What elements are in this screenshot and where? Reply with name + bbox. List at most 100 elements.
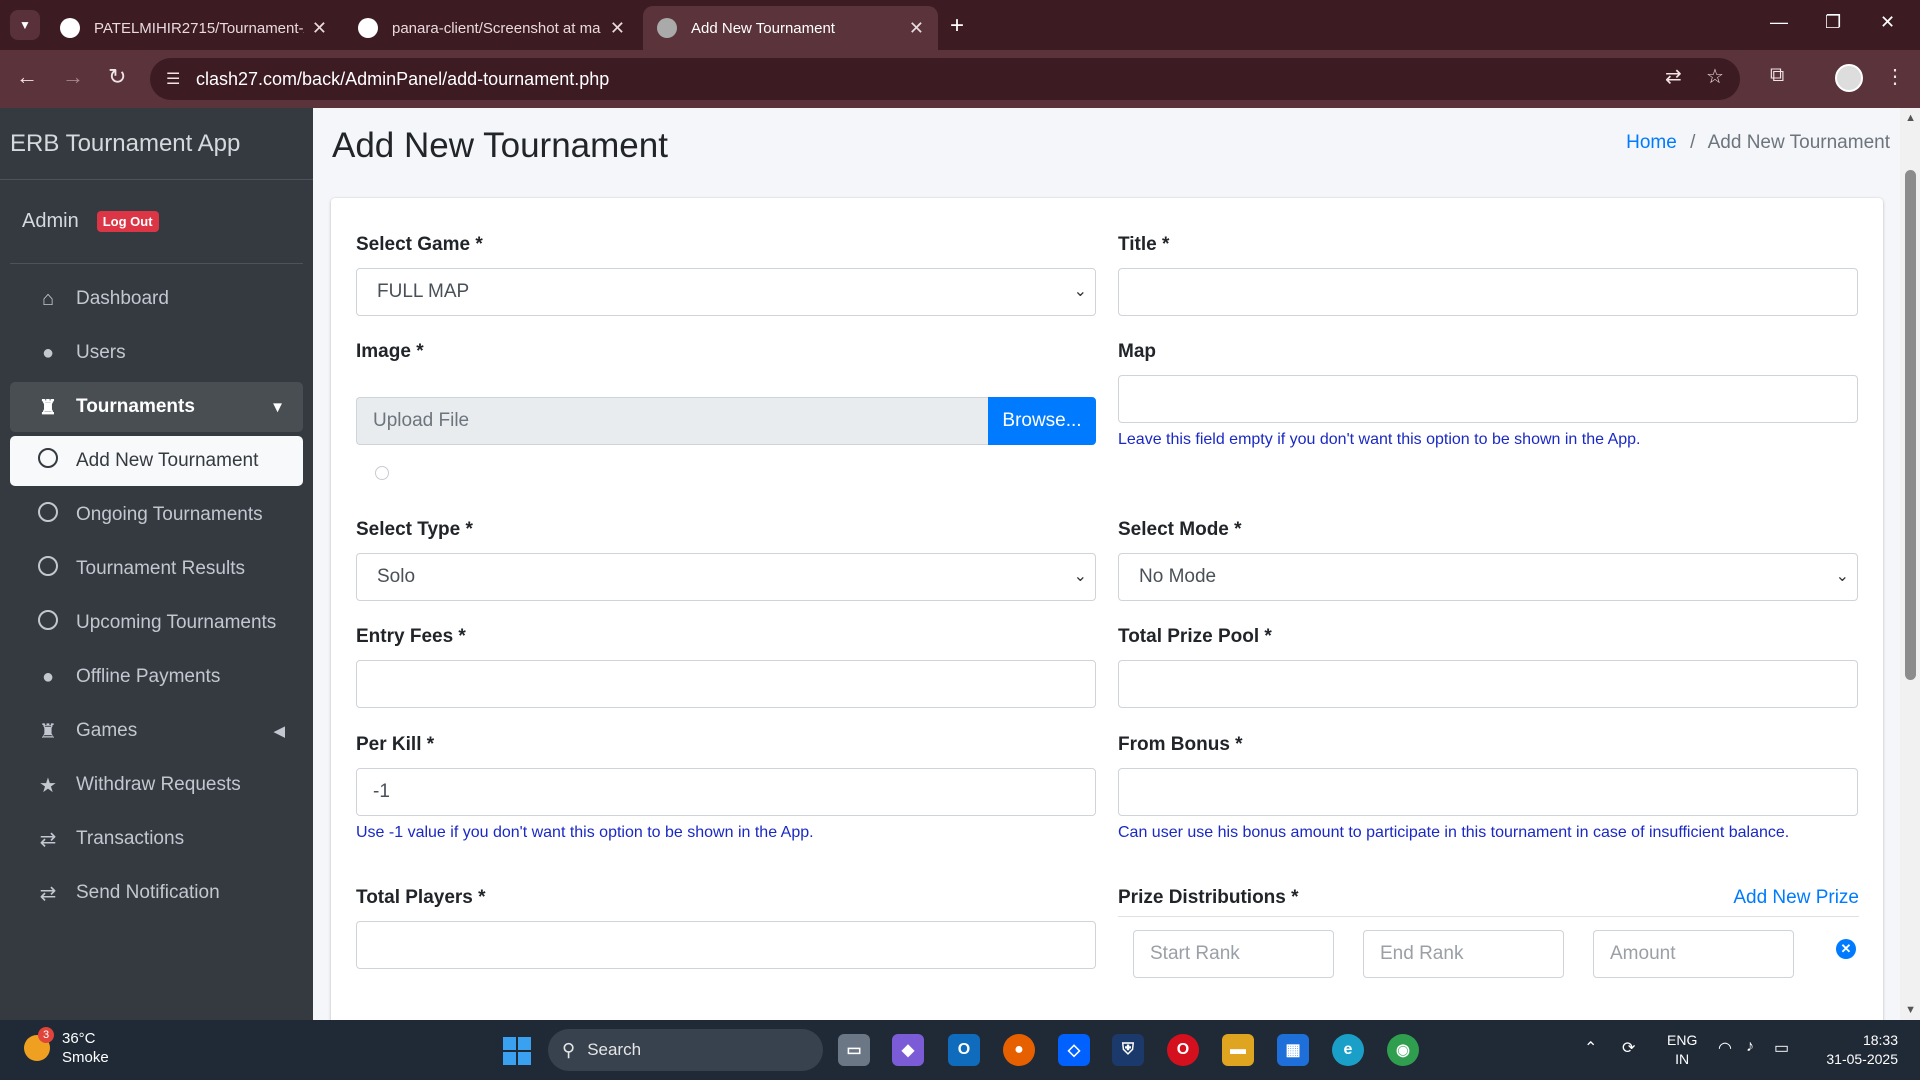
sync-icon[interactable]: ⟳ — [1622, 1038, 1635, 1058]
total-players-input[interactable] — [356, 921, 1096, 969]
file-explorer-icon[interactable]: ▬ — [1222, 1034, 1254, 1066]
volume-icon[interactable]: ♪ — [1746, 1038, 1754, 1056]
sidebar-item-transactions[interactable]: ⇄ Transactions — [10, 814, 303, 864]
restore-icon[interactable]: ❐ — [1825, 12, 1841, 33]
browser-tab-2[interactable]: panara-client/Screenshot at ma ✕ — [344, 6, 639, 50]
back-arrow-icon[interactable]: ← — [16, 64, 38, 90]
sidebar-item-offline-payments[interactable]: ● Offline Payments — [10, 652, 303, 702]
sidebar-item-withdraw-requests[interactable]: ★ Withdraw Requests — [10, 760, 303, 810]
window-close-icon[interactable]: ✕ — [1880, 12, 1895, 33]
task-view-icon[interactable]: ▭ — [838, 1034, 870, 1066]
breadcrumb-home-link[interactable]: Home — [1626, 132, 1677, 153]
image-file-input[interactable]: Upload File — [356, 397, 988, 445]
dropbox-icon[interactable]: ◇ — [1058, 1034, 1090, 1066]
end-rank-input[interactable]: End Rank — [1363, 930, 1564, 978]
prize-distributions-header: Prize Distributions * Add New Prize — [1118, 887, 1859, 917]
add-new-prize-link[interactable]: Add New Prize — [1733, 887, 1859, 909]
sidebar-item-upcoming-tournaments[interactable]: Upcoming Tournaments — [10, 598, 303, 648]
notification-badge: 3 — [38, 1027, 54, 1043]
weather-desc: Smoke — [62, 1049, 109, 1066]
reload-icon[interactable]: ↻ — [108, 64, 126, 90]
close-icon[interactable]: ✕ — [610, 18, 625, 39]
scrollbar-thumb[interactable] — [1905, 170, 1916, 680]
image-preview-radio[interactable] — [375, 466, 389, 480]
sidebar-item-dashboard[interactable]: ⌂ Dashboard — [10, 274, 303, 324]
edge-icon[interactable]: e — [1332, 1034, 1364, 1066]
extensions-icon[interactable]: ⧉ — [1770, 64, 1784, 87]
brand-title[interactable]: ERB Tournament App — [0, 108, 313, 180]
close-icon[interactable]: ✕ — [909, 18, 924, 39]
address-bar[interactable]: ☰ clash27.com/back/AdminPanel/add-tourna… — [150, 58, 1740, 100]
sidebar-item-label: Ongoing Tournaments — [76, 504, 263, 525]
circle-icon — [34, 610, 62, 636]
browser-tab-1[interactable]: PATELMIHIR2715/Tournament-A ✕ — [46, 6, 341, 50]
tab-search-button[interactable]: ▼ — [10, 10, 40, 40]
select-type-dropdown[interactable]: Solo ⌄ — [356, 553, 1096, 601]
scroll-up-icon[interactable]: ▲ — [1905, 112, 1916, 124]
logout-button[interactable]: Log Out — [96, 211, 159, 232]
select-mode-label: Select Mode * — [1118, 519, 1242, 540]
minimize-icon[interactable]: — — [1770, 12, 1788, 33]
site-info-icon[interactable]: ☰ — [166, 69, 180, 89]
new-tab-button[interactable]: + — [950, 12, 964, 40]
select-game-group: Select Game * FULL MAP ⌄ — [356, 234, 1096, 316]
store-icon[interactable]: ▦ — [1277, 1034, 1309, 1066]
battery-icon[interactable]: ▭ — [1774, 1038, 1789, 1058]
chrome-icon[interactable]: ◉ — [1387, 1034, 1419, 1066]
bookmark-star-icon[interactable]: ☆ — [1706, 64, 1724, 89]
scroll-down-icon[interactable]: ▼ — [1905, 1004, 1916, 1016]
weather-widget[interactable]: 3 36°C Smoke — [24, 1027, 109, 1067]
sidebar-item-label: Offline Payments — [76, 666, 221, 687]
browse-button[interactable]: Browse... — [988, 397, 1096, 445]
forward-arrow-icon[interactable]: → — [62, 64, 84, 90]
weather-icon: 3 — [24, 1027, 54, 1061]
profile-avatar[interactable] — [1835, 64, 1863, 92]
amount-input[interactable]: Amount — [1593, 930, 1794, 978]
opera-icon[interactable]: O — [1167, 1034, 1199, 1066]
entry-fees-label: Entry Fees * — [356, 626, 466, 647]
system-clock[interactable]: 18:33 31-05-2025 — [1818, 1031, 1898, 1069]
github-icon — [358, 18, 378, 38]
sidebar-item-add-new-tournament[interactable]: Add New Tournament — [10, 436, 303, 486]
start-rank-input[interactable]: Start Rank — [1133, 930, 1334, 978]
total-prize-pool-input[interactable] — [1118, 660, 1858, 708]
map-label: Map — [1118, 341, 1156, 362]
language-indicator[interactable]: ENG IN — [1667, 1031, 1697, 1069]
user-name[interactable]: Admin — [22, 210, 79, 233]
menu-dots-icon[interactable]: ⋮ — [1885, 64, 1905, 89]
browser-tab-bar: ▼ PATELMIHIR2715/Tournament-A ✕ panara-c… — [0, 0, 1920, 50]
outlook-icon[interactable]: O — [948, 1034, 980, 1066]
sidebar-item-games[interactable]: ♜ Games ◀ — [10, 706, 303, 756]
user-icon: ● — [41, 665, 55, 688]
firefox-icon[interactable]: ● — [1003, 1034, 1035, 1066]
wifi-icon[interactable]: ◠ — [1718, 1038, 1732, 1058]
sidebar-item-ongoing-tournaments[interactable]: Ongoing Tournaments — [10, 490, 303, 540]
taskbar-search[interactable]: ⚲ Search — [548, 1029, 823, 1071]
sidebar-item-users[interactable]: ● Users — [10, 328, 303, 378]
shield-app-icon[interactable]: ⛨ — [1112, 1034, 1144, 1066]
from-bonus-input[interactable] — [1118, 768, 1858, 816]
translate-icon[interactable]: ⇄ — [1665, 64, 1682, 89]
select-game-dropdown[interactable]: FULL MAP ⌄ — [356, 268, 1096, 316]
remove-prize-icon[interactable]: ✕ — [1836, 939, 1856, 959]
sidebar-item-tournaments[interactable]: ♜ Tournaments ▼ — [10, 382, 303, 432]
per-kill-input[interactable]: -1 — [356, 768, 1096, 816]
sidebar-item-label: Games — [76, 720, 138, 741]
image-label: Image * — [356, 341, 424, 362]
entry-fees-input[interactable] — [356, 660, 1096, 708]
title-input[interactable] — [1118, 268, 1858, 316]
select-mode-dropdown[interactable]: No Mode ⌄ — [1118, 553, 1858, 601]
tray-chevron-up-icon[interactable]: ⌃ — [1584, 1038, 1597, 1058]
windows-taskbar: 3 36°C Smoke ⚲ Search ▭ ◆ O ● ◇ ⛨ O ▬ ▦ … — [0, 1020, 1920, 1080]
map-input[interactable] — [1118, 375, 1858, 423]
start-button[interactable] — [503, 1037, 531, 1065]
copilot-icon[interactable]: ◆ — [892, 1034, 924, 1066]
chevron-left-icon: ◀ — [273, 723, 285, 740]
close-icon[interactable]: ✕ — [312, 18, 327, 39]
sidebar-item-tournament-results[interactable]: Tournament Results — [10, 544, 303, 594]
per-kill-help-text: Use -1 value if you don't want this opti… — [356, 824, 814, 841]
browser-tab-3[interactable]: Add New Tournament ✕ — [643, 6, 938, 50]
chevron-down-icon: ⌄ — [1073, 283, 1087, 300]
sidebar-item-send-notification[interactable]: ⇄ Send Notification — [10, 868, 303, 918]
from-bonus-help-text: Can user use his bonus amount to partici… — [1118, 824, 1790, 841]
